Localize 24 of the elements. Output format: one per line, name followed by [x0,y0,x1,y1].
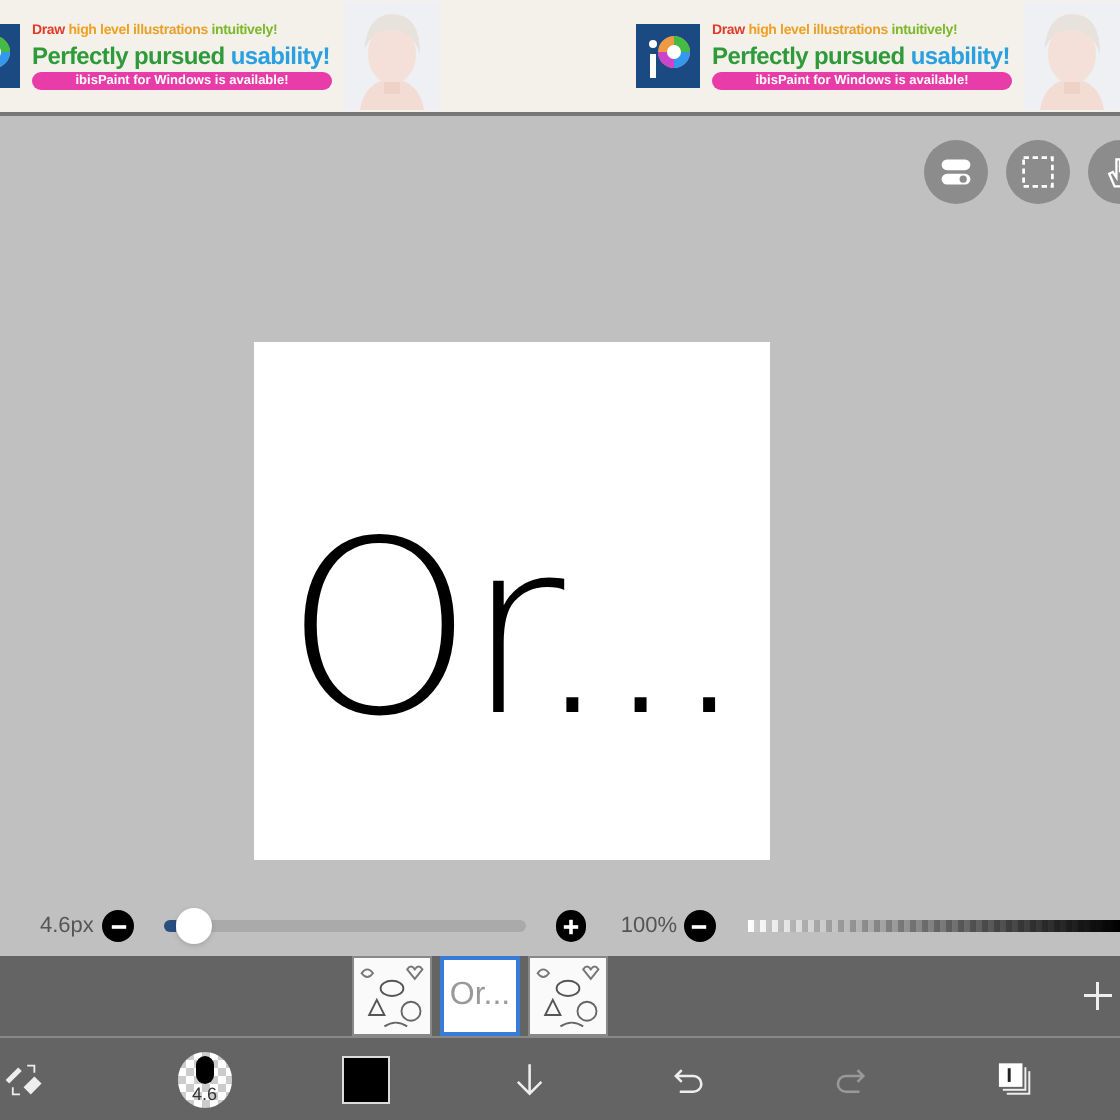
plus-button[interactable] [555,910,587,942]
drawing-canvas[interactable]: Or... [254,342,770,860]
selection-button[interactable] [1006,140,1070,204]
app-logo-icon [636,24,700,88]
plus-icon [562,917,581,935]
minus-button[interactable] [683,910,716,942]
handwritten-text: Or... [284,511,740,751]
brush-size-button[interactable]: 4.6 [177,1051,233,1107]
add-icon[interactable] [1084,982,1112,1010]
minus-button[interactable] [102,910,135,942]
brush-size-slider[interactable] [164,908,526,944]
slider-thumb[interactable] [175,908,212,944]
layer-thumbnail[interactable]: Or... [440,956,520,1036]
selection-icon [1020,154,1056,190]
brush-size-label: 4.6px [40,911,96,942]
ad-tagline: Perfectly pursued usability! [712,42,1012,70]
layer-thumbnail-text: Or... [449,976,511,1016]
layer-thumbnail[interactable] [528,956,608,1036]
ad-tagline: Perfectly pursued usability! [32,42,332,70]
opacity-slider[interactable] [747,920,1120,932]
layer-thumbnail[interactable] [352,956,432,1036]
app-logo-icon [0,24,20,88]
color-swatch[interactable] [342,1055,390,1103]
opacity-label: 100% [620,911,680,942]
